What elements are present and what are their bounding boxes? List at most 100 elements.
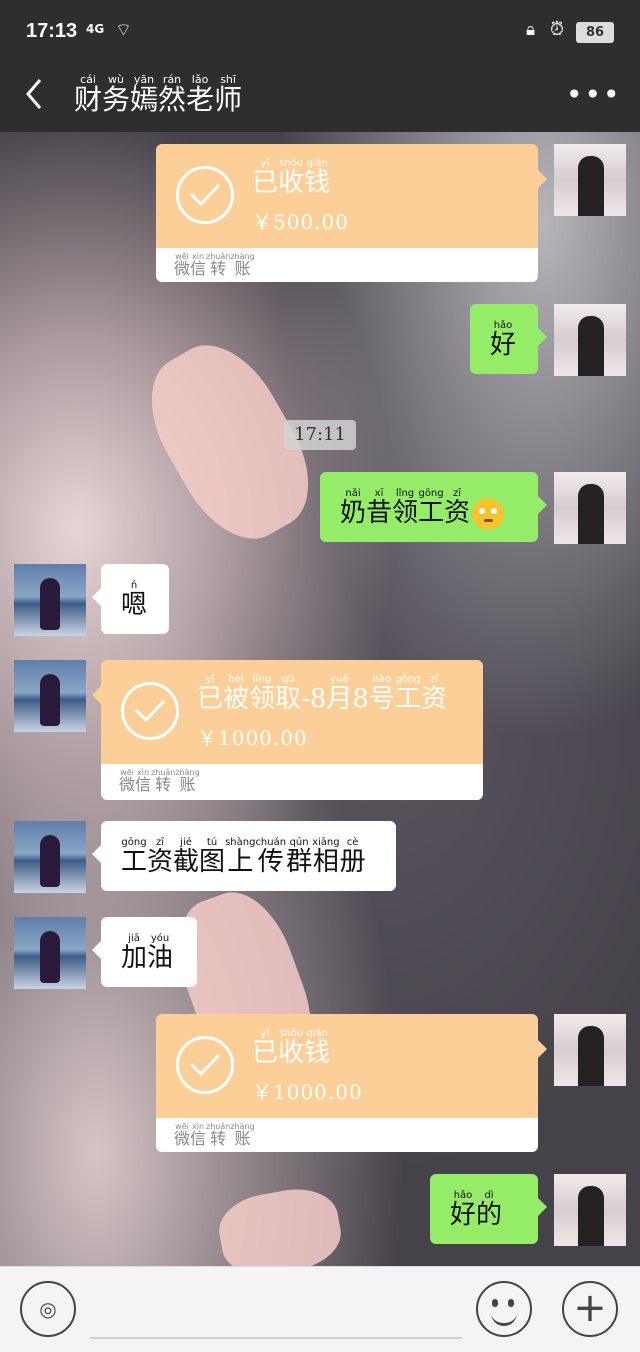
message-bubble[interactable]: jiā 加 yóu 油: [92, 917, 197, 987]
wifi-icon: ⌔: [115, 20, 132, 41]
ruby-char: cè 册: [340, 837, 366, 875]
message-bubble[interactable]: ń嗯: [92, 564, 169, 634]
hanzi: 好: [450, 1200, 477, 1230]
ruby-char: wēi 微: [174, 1122, 190, 1147]
ruby-char: shōu 收: [278, 158, 304, 196]
transfer-footer: wēi 微 xìn 信 zhuǎn 转 zhàng 账: [174, 1122, 255, 1147]
hanzi: 群: [286, 847, 313, 877]
avatar[interactable]: [14, 564, 86, 636]
chat-area[interactable]: yǐ 已 shōu 收 qián 钱 ￥500.00 wēi 微 xìn 信 zhuǎn 转 zhàn…: [0, 132, 640, 1266]
status-bar: 17:13 4G ⌔ 🔒︎ ⏰︎ 86: [0, 0, 640, 62]
ruby-char: shàng 上: [225, 837, 255, 875]
avatar[interactable]: [14, 917, 86, 989]
transfer-card[interactable]: yǐ 已 shōu 收 qián 钱 ￥500.00 wēi 微 xìn 信 zhuǎn 转 zhàn…: [156, 144, 547, 282]
hanzi: 然: [158, 83, 187, 116]
emoji-icon[interactable]: [476, 1281, 532, 1337]
alarm-icon: ⏰︎: [550, 19, 565, 40]
transfer-amount: ￥1000.00: [197, 726, 308, 750]
bubble-tail: [92, 845, 101, 863]
hanzi: 转: [210, 1129, 227, 1148]
ruby-char: 8: [352, 674, 369, 712]
thinking-emoji-icon: [472, 498, 505, 530]
ruby-char: wēi 微: [174, 252, 190, 277]
hanzi: 信: [190, 259, 207, 278]
hanzi: 册: [339, 847, 366, 877]
ruby-char: xìn 信: [135, 768, 151, 793]
avatar[interactable]: [554, 1014, 626, 1086]
message-text: hǎo 好: [490, 320, 516, 358]
transfer-footer: wēi 微 xìn 信 zhuǎn 转 zhàng 账: [174, 252, 255, 277]
hanzi: 资: [147, 847, 174, 877]
ruby-char: hǎo 好: [450, 1190, 476, 1228]
ruby-char: qián 钱: [304, 158, 330, 196]
ruby-char: gōng 工: [395, 674, 421, 712]
hanzi: 工: [394, 684, 421, 714]
message-input[interactable]: [90, 1281, 462, 1339]
ruby-char: qián 钱: [304, 1028, 330, 1066]
avatar-figure: [578, 1186, 604, 1246]
transfer-footer: wēi 微 xìn 信 zhuǎn 转 zhàng 账: [119, 768, 200, 793]
avatar[interactable]: [14, 821, 86, 893]
bubble-tail: [538, 496, 547, 514]
hanzi: 账: [179, 775, 196, 794]
bubble-tail: [538, 328, 547, 346]
signal-icon: 4G: [86, 22, 105, 36]
transfer-card[interactable]: yǐ 已 bèi 被 lǐng 领 qǔ 取 -8 yuè 月 8 hào 号 gōng 工 zī 资 ￥10…: [92, 660, 483, 800]
ruby-char: zhàng 账: [230, 252, 254, 277]
check-circle-icon: [176, 166, 234, 224]
hanzi: 信: [135, 775, 152, 794]
ruby-char: zhuǎn 转: [206, 252, 230, 277]
ruby-char: xī 昔: [366, 488, 392, 526]
message-bubble[interactable]: gōng 工 zī 资 jié 截 tú 图 shàng 上 chuán 传 qún 群 xiāng 相 cè 册: [92, 821, 396, 891]
message-text: ń嗯: [121, 580, 147, 618]
hanzi: 8: [352, 684, 369, 714]
hanzi: 资: [420, 684, 447, 714]
hanzi: 务: [102, 83, 131, 116]
transfer-status: yǐ 已 bèi 被 lǐng 领 qǔ 取 -8 yuè 月 8 hào 号 gōng 工 zī 资: [197, 674, 447, 712]
hanzi: 转: [155, 775, 172, 794]
chat-header: cái 财 wù 务 yān 嫣 rán 然 lǎo 老 shī 师 •••: [0, 62, 640, 132]
ruby-char: lǐng 领: [249, 674, 275, 712]
hanzi: 工: [418, 498, 445, 528]
ruby-char: shōu 收: [278, 1028, 304, 1066]
hanzi: 奶: [340, 498, 367, 528]
ruby-char: gōng 工: [418, 488, 444, 526]
avatar-figure: [40, 931, 60, 983]
ruby-char: chuán 传: [255, 837, 286, 875]
avatar-figure: [578, 156, 604, 216]
avatar[interactable]: [554, 472, 626, 544]
message-bubble[interactable]: nǎi 奶 xī 昔 lǐng 领 gōng 工 zī 资: [320, 472, 547, 542]
hanzi: 账: [234, 259, 251, 278]
ruby-char: zī 资: [444, 488, 470, 526]
ruby-char: zhuǎn 转: [206, 1122, 230, 1147]
message-bubble[interactable]: hǎo 好 dì 的: [430, 1174, 547, 1244]
avatar[interactable]: [554, 304, 626, 376]
avatar[interactable]: [554, 144, 626, 216]
timestamp: 17:11: [284, 420, 356, 450]
hanzi: 老: [186, 83, 215, 116]
bubble-tail: [538, 1040, 547, 1058]
ruby-char: hǎo 好: [490, 320, 516, 358]
voice-icon[interactable]: ◎: [20, 1281, 76, 1337]
ruby-char: qún 群: [286, 837, 312, 875]
hanzi: 微: [119, 775, 136, 794]
hanzi: 已: [252, 168, 279, 198]
message-text: jiā 加 yóu 油: [121, 933, 173, 971]
avatar-figure: [40, 835, 60, 887]
message-bubble[interactable]: hǎo 好: [470, 304, 547, 374]
plus-icon[interactable]: +: [562, 1281, 618, 1337]
hanzi: 已: [197, 684, 224, 714]
chevron-left-icon[interactable]: [20, 74, 50, 114]
ruby-char: wēi 微: [119, 768, 135, 793]
ruby-char: lǐng 领: [392, 488, 418, 526]
more-dots-icon[interactable]: •••: [566, 78, 620, 111]
avatar[interactable]: [554, 1174, 626, 1246]
ruby-char: zī 资: [147, 837, 173, 875]
avatar[interactable]: [14, 660, 86, 732]
transfer-card[interactable]: yǐ 已 shōu 收 qián 钱 ￥1000.00 wēi 微 xìn 信 zhuǎn 转 zhà…: [156, 1014, 547, 1152]
hanzi: 钱: [304, 168, 331, 198]
hanzi: 月: [326, 684, 353, 714]
ruby-char: -8: [301, 674, 326, 712]
ruby-char: qǔ 取: [275, 674, 301, 712]
avatar-figure: [578, 1026, 604, 1086]
